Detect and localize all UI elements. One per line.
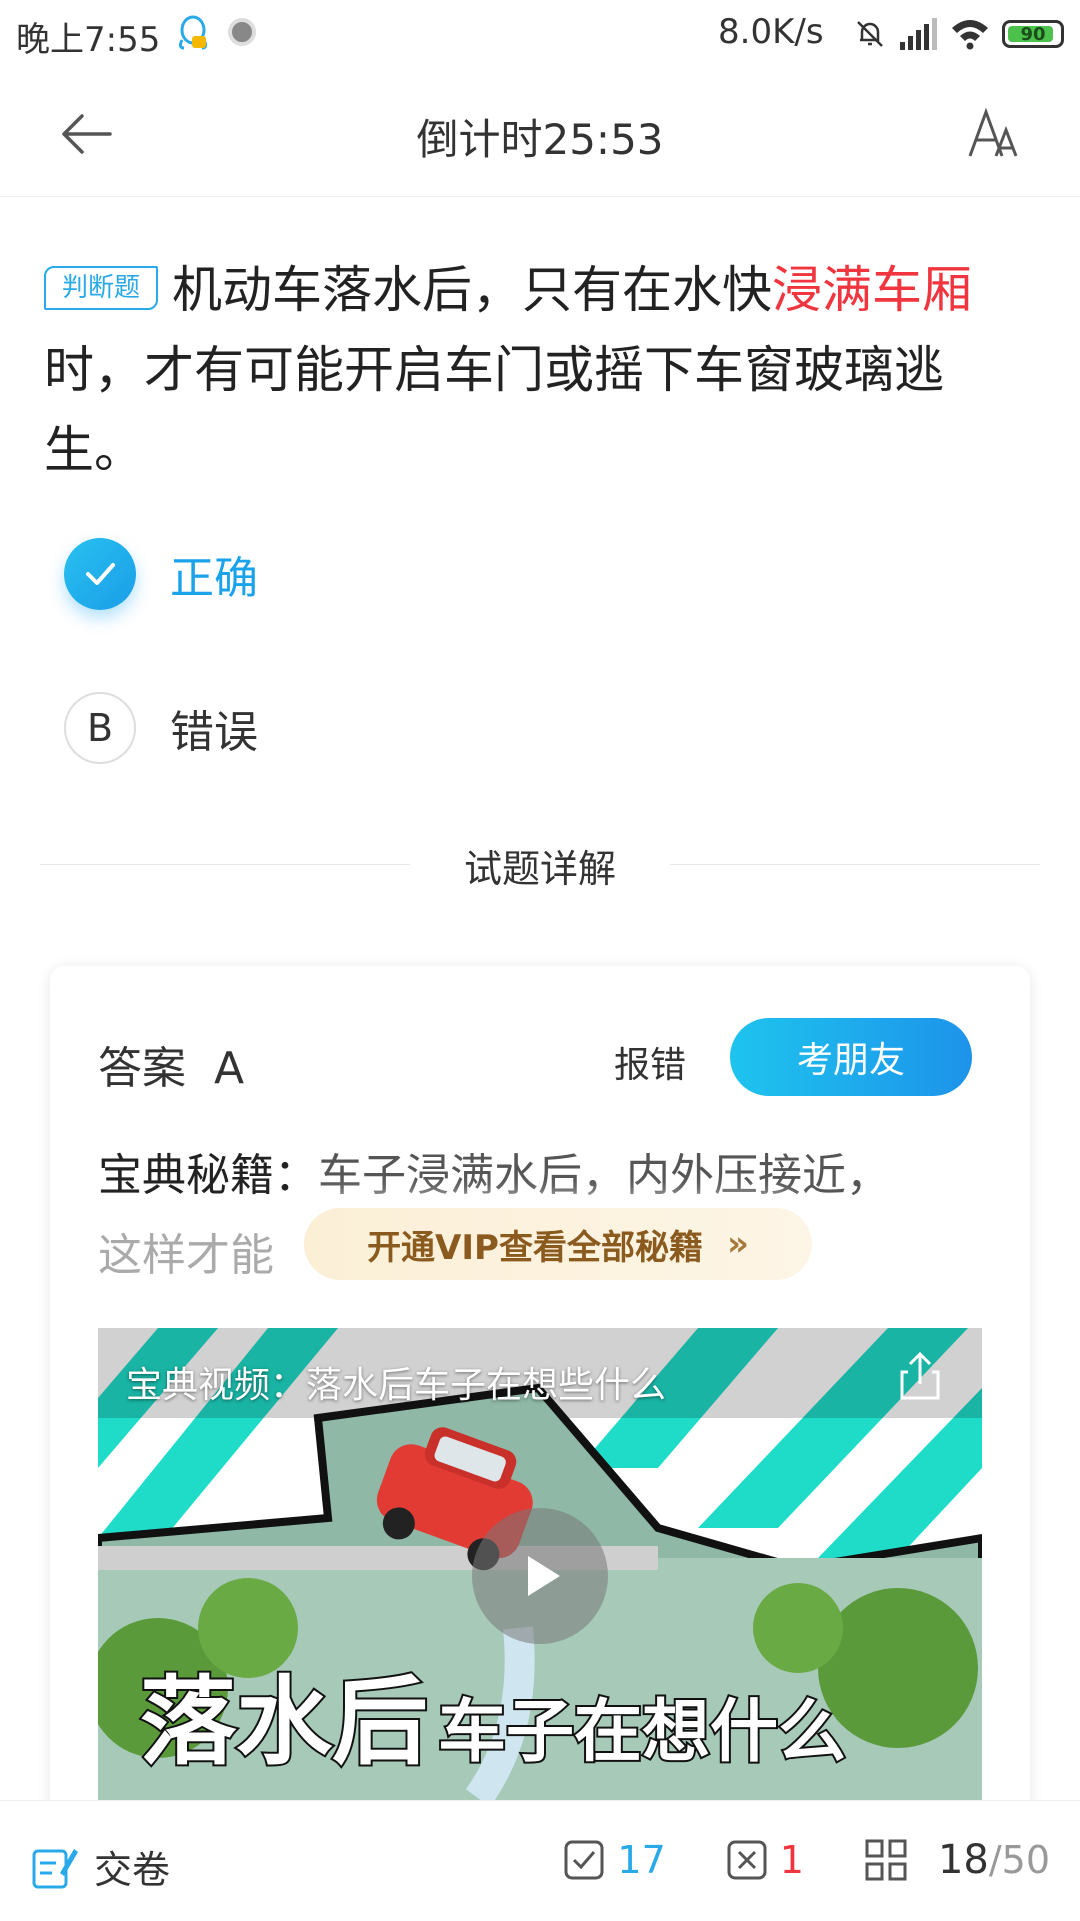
battery-level: 90 — [1020, 23, 1046, 45]
option-b[interactable]: B 错误 — [64, 690, 258, 766]
explanation-card: 答案 A 报错 考朋友 宝典秘籍：车子浸满水后，内外压接近， 这样才能 开通VIP… — [50, 966, 1030, 1846]
grid-icon[interactable] — [864, 1838, 908, 1882]
correct-check-icon — [564, 1840, 604, 1880]
share-icon[interactable] — [894, 1350, 946, 1402]
answer-label: 答案 A — [98, 1043, 245, 1094]
qq-notification-icon — [178, 15, 208, 50]
correct-count: 17 — [617, 1838, 666, 1882]
status-icons: 90 — [854, 14, 1064, 54]
answer-value: A — [213, 1043, 245, 1094]
vip-unlock-button[interactable]: 开通VIP查看全部秘籍 » — [304, 1208, 812, 1280]
section-title: 试题详解 — [463, 847, 616, 891]
check-icon — [64, 538, 136, 610]
question-type-tag: 判断题 — [44, 265, 159, 310]
font-size-icon[interactable] — [964, 104, 1024, 164]
signal-icon — [900, 18, 937, 50]
option-b-letter: B — [64, 692, 136, 764]
countdown-title: 倒计时25:53 — [416, 115, 664, 164]
bottom-bar: 交卷 17 1 18/50 — [0, 1800, 1080, 1921]
battery-icon: 90 — [1002, 20, 1064, 48]
video-caption: 落水后 车子在想什么 — [138, 1664, 848, 1780]
option-a-label: 正确 — [170, 553, 258, 604]
play-icon[interactable] — [472, 1508, 608, 1644]
double-chevron-icon: » — [726, 1224, 749, 1264]
submit-exam-button[interactable]: 交卷 — [30, 1839, 170, 1894]
quiz-friend-button[interactable]: 考朋友 — [730, 1018, 972, 1096]
report-error-button[interactable]: 报错 — [614, 1036, 686, 1088]
vip-label: 开通VIP查看全部秘籍 — [367, 1227, 703, 1268]
question-progress[interactable]: 18/50 — [938, 1837, 1050, 1883]
question-text: 判断题 机动车落水后，只有在水快浸满车厢时，才有可能开启车门或摇下车窗玻璃逃生。 — [44, 250, 1034, 490]
mute-bell-icon — [857, 21, 883, 47]
record-dot-icon — [228, 18, 256, 46]
edit-paper-icon — [32, 1848, 78, 1888]
progress-stats: 17 1 18/50 — [563, 1837, 1050, 1883]
video-title: 宝典视频：落水后车子在想些什么 — [126, 1365, 667, 1406]
wrong-count: 1 — [779, 1838, 804, 1882]
option-b-label: 错误 — [170, 707, 258, 758]
option-a[interactable]: 正确 — [64, 536, 258, 612]
submit-label: 交卷 — [94, 1848, 171, 1892]
tips-label: 宝典秘籍： — [98, 1150, 318, 1201]
status-bar: 晚上7:55 8.0K/s 90 — [0, 0, 1080, 70]
question-text-part2: 时，才有可能开启车门或摇下车窗玻璃逃生。 — [44, 341, 944, 479]
net-speed: 8.0K/s — [718, 12, 824, 52]
wrong-x-icon — [727, 1840, 767, 1880]
section-divider: 试题详解 — [40, 847, 1040, 891]
question-text-part1: 机动车落水后，只有在水快 — [172, 261, 773, 319]
tips-fade: 这样才能 — [98, 1230, 274, 1281]
nav-bar: 倒计时25:53 — [0, 70, 1080, 197]
video-player[interactable]: 宝典视频：落水后车子在想些什么 落水后 车子在想什么 — [98, 1328, 982, 1846]
status-time: 晚上7:55 — [16, 20, 161, 60]
wifi-icon — [952, 20, 988, 50]
question-keyword: 浸满车厢 — [772, 261, 973, 319]
